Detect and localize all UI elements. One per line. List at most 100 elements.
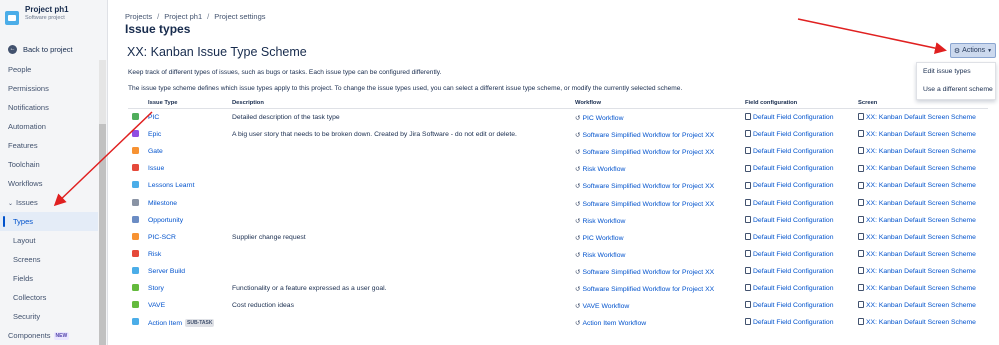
issue-type-description: Supplier change request — [232, 233, 306, 241]
screen-scheme-link[interactable]: XX: Kanban Default Screen Scheme — [858, 284, 976, 292]
issue-type-link[interactable]: PIC-SCR — [148, 234, 176, 241]
issue-type-link[interactable]: Lessons Learnt — [148, 182, 194, 189]
workflow-link[interactable]: ↺ Action Item Workflow — [575, 319, 646, 327]
screen-scheme-link[interactable]: XX: Kanban Default Screen Scheme — [858, 181, 976, 190]
workflow-link[interactable]: ↺ Risk Workflow — [575, 217, 625, 225]
table-row: Epic A big user story that needs to be br… — [128, 127, 988, 144]
document-icon — [858, 284, 864, 292]
workflow-link[interactable]: ↺ Software Simplified Workflow for Projec… — [575, 200, 714, 208]
issue-type-link[interactable]: Epic — [148, 131, 161, 138]
annotation-arrow-actions — [797, 18, 947, 54]
screen-scheme-link[interactable]: XX: Kanban Default Screen Scheme — [858, 215, 976, 224]
workflow-link[interactable]: ↺ Risk Workflow — [575, 165, 625, 173]
sidebar-item-permissions[interactable]: Permissions — [0, 79, 98, 98]
breadcrumb-project[interactable]: Project ph1 — [164, 12, 202, 21]
screen-scheme-link[interactable]: XX: Kanban Default Screen Scheme — [858, 198, 976, 207]
issue-type-name: Issue — [148, 165, 165, 173]
issue-type-link[interactable]: Issue — [148, 165, 164, 172]
field-configuration-link[interactable]: Default Field Configuration — [745, 215, 833, 224]
breadcrumb-settings[interactable]: Project settings — [214, 12, 265, 21]
issue-type-link[interactable]: Server Build — [148, 268, 185, 275]
sidebar-item-layout[interactable]: Layout — [0, 231, 98, 250]
sidebar-item-types[interactable]: Types — [0, 212, 98, 231]
field-configuration-name: Default Field Configuration — [753, 267, 834, 275]
screen-scheme-link[interactable]: XX: Kanban Default Screen Scheme — [858, 113, 976, 121]
sidebar-scrollbar[interactable] — [99, 60, 106, 345]
workflow-link[interactable]: ↺ PIC Workflow — [575, 234, 624, 242]
workflow-link[interactable]: ↺ Software Simplified Workflow for Projec… — [575, 285, 714, 293]
sidebar-item-workflows[interactable]: Workflows — [0, 174, 98, 193]
back-to-project-link[interactable]: ← Back to project — [8, 45, 73, 54]
sidebar-item-label: Automation — [8, 122, 46, 131]
issue-type-icon — [132, 301, 139, 309]
issue-type-link[interactable]: PIC — [148, 114, 159, 121]
issue-type-link[interactable]: Opportunity — [148, 217, 183, 224]
issue-type-link[interactable]: Milestone — [148, 200, 177, 207]
screen-scheme-link[interactable]: XX: Kanban Default Screen Scheme — [858, 147, 976, 155]
field-configuration-link[interactable]: Default Field Configuration — [745, 181, 833, 189]
sidebar-item-fields[interactable]: Fields — [0, 269, 98, 288]
actions-button[interactable]: ⚙ Actions ▼ — [950, 43, 996, 58]
issue-type-link[interactable]: Gate — [148, 148, 163, 155]
field-configuration-link[interactable]: Default Field Configuration — [745, 147, 833, 155]
sidebar-item-people[interactable]: People — [0, 60, 98, 79]
field-configuration-link[interactable]: Default Field Configuration — [745, 164, 833, 172]
field-configuration-link[interactable]: Default Field Configuration — [745, 130, 833, 138]
header-screen: Screen — [858, 100, 878, 106]
screen-scheme-link[interactable]: XX: Kanban Default Screen Scheme — [858, 318, 976, 326]
edit-issue-types-item[interactable]: Edit issue types — [917, 63, 995, 81]
issue-type-name: Milestone — [148, 199, 178, 207]
sidebar-item-collectors[interactable]: Collectors — [0, 288, 98, 307]
screen-scheme-name: XX: Kanban Default Screen Scheme — [866, 199, 976, 207]
workflow-link[interactable]: ↺ Software Simplified Workflow for Projec… — [575, 268, 714, 276]
workflow-name: PIC Workflow — [582, 234, 624, 242]
workflow-name: Risk Workflow — [582, 251, 626, 259]
issue-type-link[interactable]: Story — [148, 285, 164, 292]
screen-scheme-name: XX: Kanban Default Screen Scheme — [866, 182, 976, 190]
sidebar-item-toolchain[interactable]: Toolchain — [0, 155, 98, 174]
sidebar-item-features[interactable]: Features — [0, 136, 98, 155]
issue-type-link[interactable]: Risk — [148, 251, 161, 258]
issue-type-link[interactable]: Action Item SUB-TASK — [148, 319, 215, 328]
workflow-link[interactable]: ↺ PIC Workflow — [575, 114, 624, 122]
workflow-link[interactable]: ↺ VAVE Workflow — [575, 302, 629, 310]
field-configuration-link[interactable]: Default Field Configuration — [745, 284, 833, 292]
issue-type-link[interactable]: VAVE — [148, 302, 165, 309]
field-configuration-link[interactable]: Default Field Configuration — [745, 198, 833, 207]
screen-scheme-link[interactable]: XX: Kanban Default Screen Scheme — [858, 232, 976, 241]
sidebar-group-issues[interactable]: ⌄ Issues — [0, 193, 98, 212]
workflow-name: Software Simplified Workflow for Project… — [582, 286, 715, 293]
workflow-icon: ↺ — [575, 166, 581, 174]
workflow-link[interactable]: ↺ Risk Workflow — [575, 251, 625, 259]
sidebar-item-label: Components — [8, 331, 51, 340]
workflow-link[interactable]: ↺ Software Simplified Workflow for Projec… — [575, 148, 714, 156]
field-configuration-link[interactable]: Default Field Configuration — [745, 232, 833, 241]
screen-scheme-link[interactable]: XX: Kanban Default Screen Scheme — [858, 164, 976, 172]
table-row: Opportunity ↺ Risk Workflow Default Field C… — [128, 213, 988, 230]
breadcrumb-projects[interactable]: Projects — [125, 12, 152, 21]
project-header[interactable]: Project ph1 Software project — [5, 5, 69, 25]
sidebar-item-components[interactable]: Components NEW — [0, 326, 98, 345]
field-configuration-link[interactable]: Default Field Configuration — [745, 318, 833, 326]
document-icon — [858, 318, 864, 326]
field-configuration-link[interactable]: Default Field Configuration — [745, 301, 833, 309]
screen-scheme-name: XX: Kanban Default Screen Scheme — [866, 216, 976, 224]
screen-scheme-link[interactable]: XX: Kanban Default Screen Scheme — [858, 130, 976, 138]
workflow-icon: ↺ — [575, 200, 581, 208]
scrollbar-thumb[interactable] — [99, 124, 106, 345]
field-configuration-link[interactable]: Default Field Configuration — [745, 267, 834, 275]
workflow-link[interactable]: ↺ Software Simplified Workflow for Projec… — [575, 131, 714, 139]
screen-scheme-link[interactable]: XX: Kanban Default Screen Scheme — [858, 301, 976, 309]
workflow-link[interactable]: ↺ Software Simplified Workflow for Projec… — [575, 182, 714, 190]
table-row: Risk ↺ Risk Workflow Default Field Configur… — [128, 247, 988, 264]
screen-scheme-link[interactable]: XX: Kanban Default Screen Scheme — [858, 267, 976, 275]
sidebar-item-automation[interactable]: Automation — [0, 117, 98, 136]
screen-scheme-name: XX: Kanban Default Screen Scheme — [866, 285, 976, 292]
sidebar-item-security[interactable]: Security — [0, 307, 98, 326]
field-configuration-link[interactable]: Default Field Configuration — [745, 250, 833, 258]
screen-scheme-link[interactable]: XX: Kanban Default Screen Scheme — [858, 250, 976, 258]
field-configuration-link[interactable]: Default Field Configuration — [745, 113, 833, 121]
sidebar-item-screens[interactable]: Screens — [0, 250, 98, 269]
document-icon — [858, 232, 864, 240]
sidebar-item-notifications[interactable]: Notifications — [0, 98, 98, 117]
